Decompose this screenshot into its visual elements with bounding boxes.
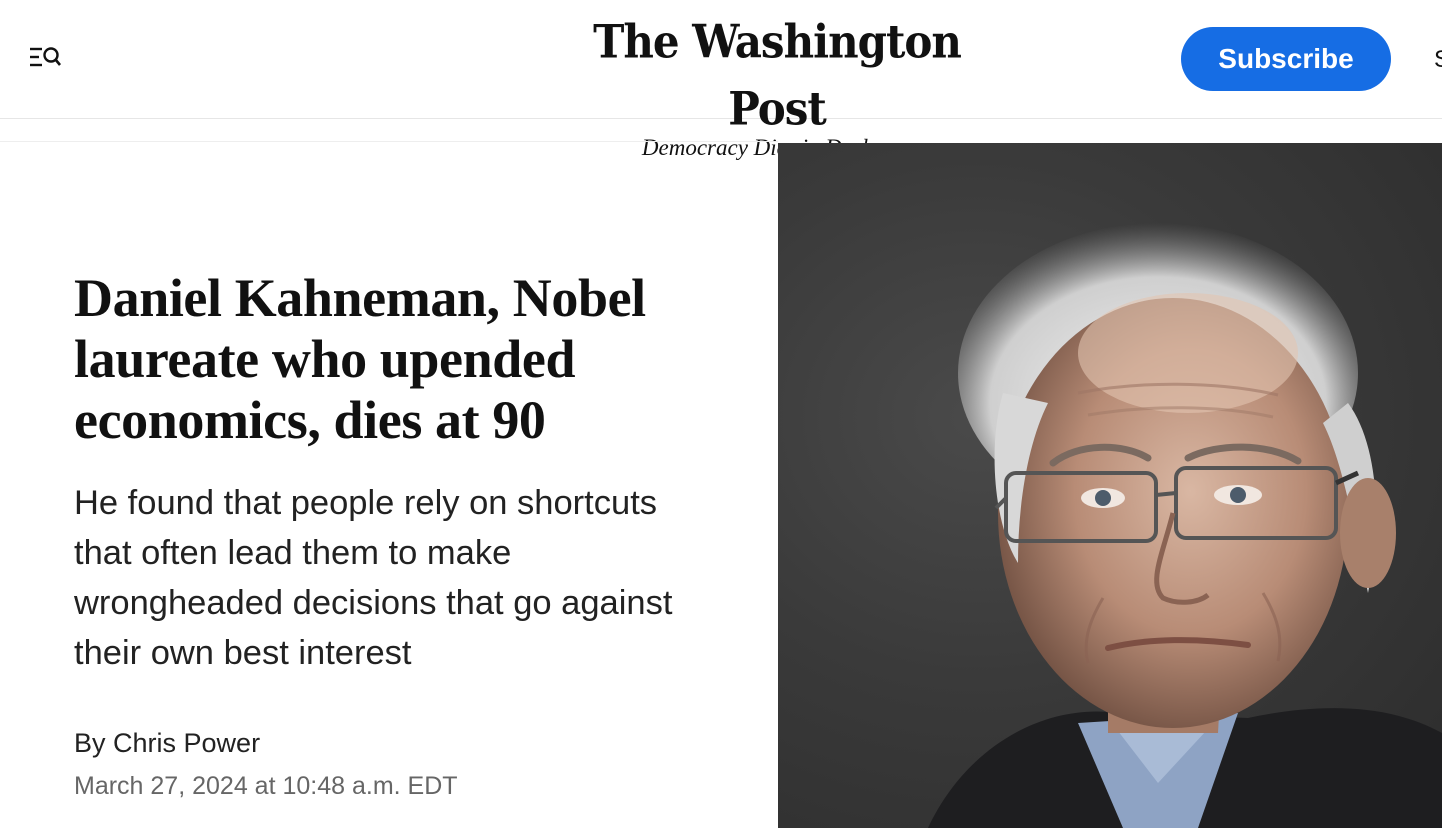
- byline-author-link[interactable]: Chris Power: [113, 728, 260, 758]
- subscribe-button[interactable]: Subscribe: [1181, 27, 1391, 91]
- sign-in-link-partial[interactable]: S: [1434, 46, 1442, 74]
- publish-timestamp: March 27, 2024 at 10:48 a.m. EDT: [74, 772, 458, 800]
- byline-prefix: By: [74, 728, 106, 758]
- masthead-logo[interactable]: The Washington Post: [560, 9, 994, 143]
- lead-photo: [778, 143, 1442, 828]
- site-header: The Washington Post Democracy Dies in Da…: [0, 0, 1442, 160]
- article-headline: Daniel Kahneman, Nobel laureate who upen…: [74, 268, 646, 450]
- byline: By Chris Power: [74, 726, 260, 760]
- masthead[interactable]: The Washington Post Democracy Dies in Da…: [560, 14, 994, 160]
- article-dek: He found that people rely on shortcuts t…: [74, 484, 673, 672]
- menu-search-icon[interactable]: [28, 44, 64, 74]
- header-divider: [0, 141, 778, 142]
